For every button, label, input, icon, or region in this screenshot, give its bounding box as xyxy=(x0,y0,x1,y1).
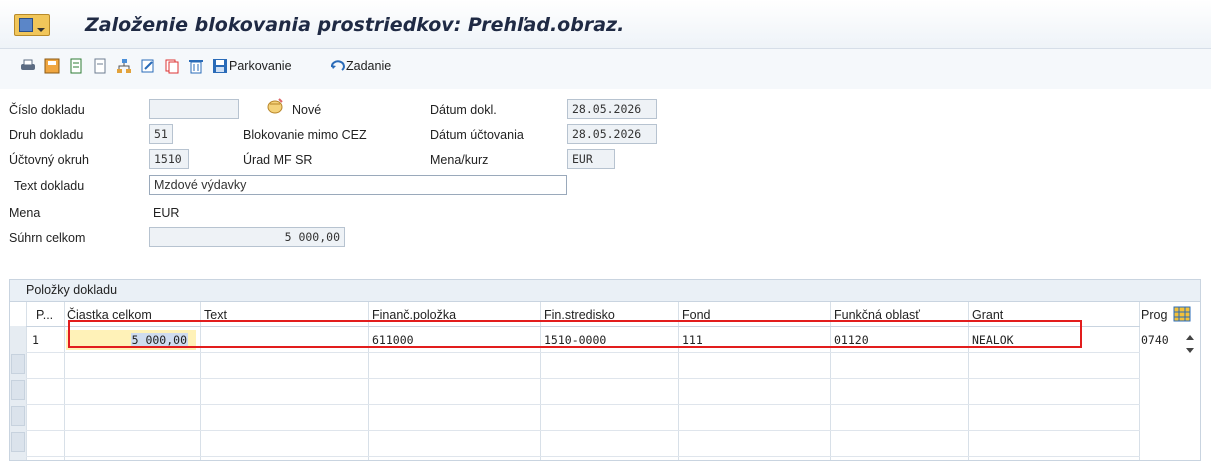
row-selector[interactable] xyxy=(11,354,25,374)
document-icon[interactable] xyxy=(68,58,84,74)
company-code-field[interactable]: 1510 xyxy=(149,149,189,169)
vertical-scrollbar[interactable] xyxy=(1181,326,1200,460)
col-header-prog[interactable]: Prog xyxy=(1141,308,1167,326)
total-label: Súhrn celkom xyxy=(9,231,86,245)
items-group-header: Položky dokladu xyxy=(9,279,1201,301)
menu-icon[interactable] xyxy=(14,14,50,36)
col-header-position[interactable]: P... xyxy=(36,308,53,326)
delete-icon[interactable] xyxy=(188,58,204,74)
post-date-field[interactable]: 28.05.2026 xyxy=(567,124,657,144)
doc-number-label: Číslo dokladu xyxy=(9,103,85,117)
currency-rate-label: Mena/kurz xyxy=(430,153,489,167)
hierarchy-icon[interactable] xyxy=(116,58,132,74)
save-icon[interactable] xyxy=(44,58,60,74)
currency-label: Mena xyxy=(9,206,41,220)
park-button[interactable]: Parkovanie xyxy=(229,59,292,73)
highlight-box xyxy=(68,320,1082,348)
copy-icon[interactable] xyxy=(164,58,180,74)
total-field: 5 000,00 xyxy=(149,227,345,247)
cell-position[interactable]: 1 xyxy=(32,333,39,347)
scroll-down-icon[interactable] xyxy=(1185,347,1195,355)
cell-prog[interactable]: 0740 xyxy=(1141,333,1169,347)
row-selector[interactable] xyxy=(11,380,25,400)
park-icon[interactable] xyxy=(212,58,228,74)
document-header-form: Číslo dokladu Nové Dátum dokl. 28.05.202… xyxy=(0,89,1211,279)
company-code-label: Účtovný okruh xyxy=(9,153,89,167)
row-selector[interactable] xyxy=(11,432,25,452)
edit-icon[interactable] xyxy=(140,58,156,74)
doc-number-field[interactable] xyxy=(149,99,239,119)
items-group-title: Položky dokladu xyxy=(26,283,118,297)
new-document-icon[interactable] xyxy=(266,98,284,114)
title-bar: Založenie blokovania prostriedkov: Prehľ… xyxy=(0,0,1211,49)
document-copy-icon[interactable] xyxy=(92,58,108,74)
scroll-up-icon[interactable] xyxy=(1185,333,1195,341)
currency-value: EUR xyxy=(153,206,180,220)
entry-icon[interactable] xyxy=(330,58,346,74)
doc-text-label: Text dokladu xyxy=(14,179,85,193)
doc-date-field[interactable]: 28.05.2026 xyxy=(567,99,657,119)
doc-text-field[interactable]: Mzdové výdavky xyxy=(149,175,567,195)
print-icon[interactable] xyxy=(20,58,36,74)
doc-type-label: Druh dokladu xyxy=(9,128,84,142)
currency-rate-field[interactable]: EUR xyxy=(567,149,615,169)
doc-type-field[interactable]: 51 xyxy=(149,124,173,144)
entry-button[interactable]: Zadanie xyxy=(346,59,391,73)
new-label[interactable]: Nové xyxy=(292,103,321,117)
company-code-description: Úrad MF SR xyxy=(243,153,313,167)
table-settings-icon[interactable] xyxy=(1173,306,1191,322)
post-date-label: Dátum účtovania xyxy=(430,128,524,142)
row-selector[interactable] xyxy=(11,406,25,426)
doc-type-description: Blokovanie mimo CEZ xyxy=(243,128,367,142)
doc-date-label: Dátum dokl. xyxy=(430,103,497,117)
application-toolbar: Parkovanie Zadanie xyxy=(0,49,1211,89)
window-title: Založenie blokovania prostriedkov: Prehľ… xyxy=(85,14,625,36)
